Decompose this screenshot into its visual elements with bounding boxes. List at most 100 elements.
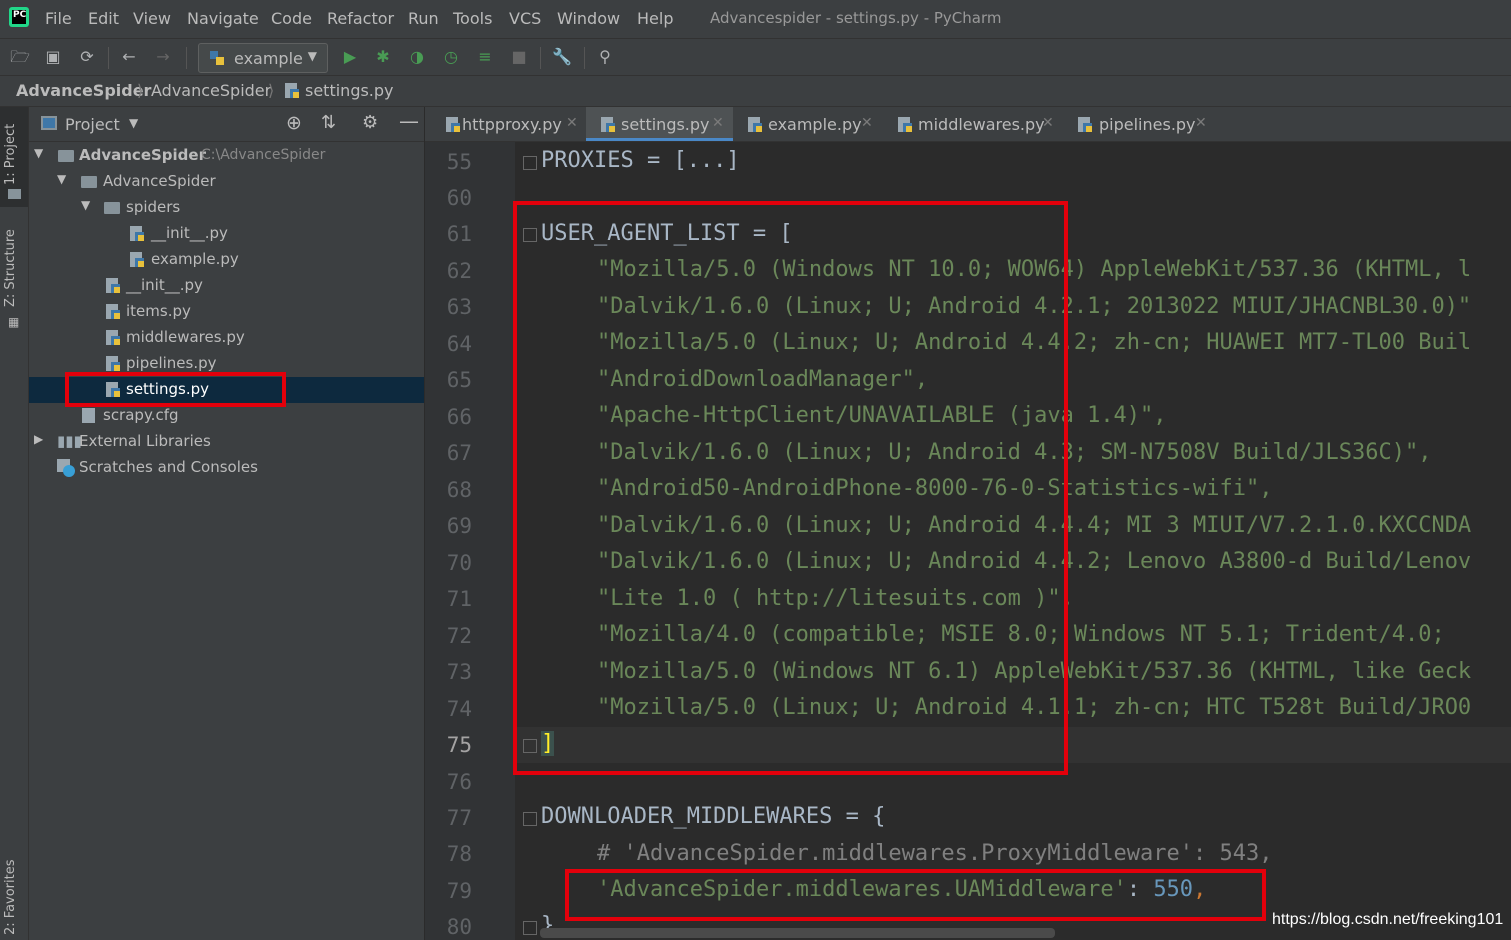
expand-arrow-icon[interactable]: ▼	[57, 172, 66, 186]
stop-icon[interactable]: ■	[509, 47, 529, 67]
minimize-icon[interactable]: —	[399, 109, 419, 133]
back-arrow-icon[interactable]: ←	[119, 47, 139, 67]
breadcrumb-item[interactable]: settings.py	[305, 81, 394, 100]
run-configuration-select[interactable]: example ▼	[198, 43, 328, 73]
python-file-icon	[285, 83, 299, 98]
python-file-icon	[898, 117, 912, 132]
python-file-icon	[446, 117, 460, 132]
tree-item-package[interactable]: ▼ AdvanceSpider	[29, 169, 424, 195]
profile-icon[interactable]: ◷	[441, 47, 461, 67]
forward-arrow-icon[interactable]: →	[153, 47, 173, 67]
tree-item-root[interactable]: ▼ AdvanceSpider C:\AdvanceSpider	[29, 143, 424, 169]
tab-pipelines[interactable]: pipelines.py ✕	[1069, 107, 1219, 141]
breadcrumb: AdvanceSpider ⟩ AdvanceSpider ⟩ settings…	[0, 76, 1511, 107]
menu-view[interactable]: View	[133, 9, 171, 28]
close-icon[interactable]: ✕	[1042, 115, 1054, 131]
tree-item-label: External Libraries	[79, 432, 211, 450]
breadcrumb-item[interactable]: AdvanceSpider	[16, 81, 151, 100]
scratches-icon	[57, 459, 75, 477]
python-icon	[210, 51, 224, 65]
tree-item-file[interactable]: __init__.py	[29, 273, 424, 299]
locate-icon[interactable]: ⊕	[286, 112, 302, 134]
line-number: 55	[446, 150, 472, 174]
chevron-down-icon[interactable]: ▼	[129, 116, 138, 130]
tree-item-label: middlewares.py	[126, 328, 245, 346]
menu-tools[interactable]: Tools	[453, 9, 492, 28]
expand-arrow-icon[interactable]: ▼	[81, 198, 90, 212]
structure-tool-tab[interactable]: Z: Structure	[3, 229, 18, 307]
menu-help[interactable]: Help	[637, 9, 673, 28]
line-number: 61	[446, 222, 472, 246]
line-number: 74	[446, 697, 472, 721]
menu-code[interactable]: Code	[271, 9, 312, 28]
tree-item-file[interactable]: items.py	[29, 299, 424, 325]
chevron-down-icon: ▼	[307, 49, 317, 63]
menu-edit[interactable]: Edit	[88, 9, 119, 28]
breadcrumb-separator-icon: ⟩	[137, 81, 144, 100]
tab-settings[interactable]: settings.py ✕	[586, 107, 733, 141]
tree-item-file[interactable]: pipelines.py	[29, 351, 424, 373]
fold-marker-icon[interactable]	[523, 921, 537, 935]
tree-item-label: __init__.py	[126, 276, 203, 294]
wrench-icon[interactable]: 🔧	[552, 47, 572, 67]
tree-item-spiders[interactable]: ▼ spiders	[29, 195, 424, 221]
menu-navigate[interactable]: Navigate	[187, 9, 259, 28]
python-file-icon	[106, 330, 120, 345]
tree-item-label: __init__.py	[151, 224, 228, 242]
highlight-box	[513, 201, 1068, 775]
sync-icon[interactable]: ⟳	[77, 47, 97, 67]
menu-window[interactable]: Window	[557, 9, 620, 28]
search-icon[interactable]: ⚲	[595, 47, 615, 67]
expand-arrow-icon[interactable]: ▶	[34, 432, 43, 446]
tree-item-file[interactable]: example.py	[29, 247, 424, 273]
tab-middlewares[interactable]: middlewares.py ✕	[889, 107, 1063, 141]
line-number: 62	[446, 259, 472, 283]
run-icon[interactable]: ▶	[340, 47, 360, 67]
tree-item-file[interactable]: __init__.py	[29, 221, 424, 247]
fold-marker-icon[interactable]	[523, 812, 537, 826]
tab-label: httpproxy.py	[462, 115, 562, 134]
concurrency-icon[interactable]: ≡	[475, 47, 495, 67]
expand-arrow-icon[interactable]: ▼	[34, 146, 43, 160]
line-number: 80	[446, 915, 472, 939]
tab-httpproxy[interactable]: httpproxy.py ✕	[431, 107, 583, 141]
tab-example[interactable]: example.py ✕	[737, 107, 885, 141]
tree-item-label: scrapy.cfg	[103, 406, 179, 424]
menu-file[interactable]: File	[45, 9, 72, 28]
menu-vcs[interactable]: VCS	[509, 9, 541, 28]
breadcrumb-separator-icon: ⟩	[268, 81, 275, 100]
tree-item-scratches[interactable]: Scratches and Consoles	[29, 455, 424, 481]
run-coverage-icon[interactable]: ◑	[407, 47, 427, 67]
open-folder-icon[interactable]: 🗁	[10, 47, 30, 67]
line-number: 70	[446, 551, 472, 575]
code-line: # 'AdvanceSpider.middlewares.ProxyMiddle…	[597, 841, 1273, 866]
close-icon[interactable]: ✕	[861, 115, 873, 131]
line-number: 79	[446, 879, 472, 903]
project-view-title[interactable]: Project	[65, 115, 120, 134]
project-tool-tab-label[interactable]: 1: Project	[3, 124, 18, 185]
run-configuration-label: example	[234, 49, 303, 68]
menu-refactor[interactable]: Refactor	[327, 9, 394, 28]
folder-icon	[8, 189, 21, 199]
favorites-tool-tab[interactable]: 2: Favorites	[3, 859, 18, 935]
tree-item-label: example.py	[151, 250, 239, 268]
debug-icon[interactable]: ✱	[373, 47, 393, 67]
line-number: 76	[446, 770, 472, 794]
menu-run[interactable]: Run	[408, 9, 439, 28]
tree-item-label: pipelines.py	[126, 354, 217, 372]
close-icon[interactable]: ✕	[712, 115, 724, 131]
gear-icon[interactable]: ⚙	[362, 112, 378, 133]
horizontal-scrollbar[interactable]	[540, 928, 1055, 938]
close-icon[interactable]: ✕	[1195, 115, 1207, 131]
tree-item-file[interactable]: middlewares.py	[29, 325, 424, 351]
fold-marker-icon[interactable]	[523, 156, 537, 170]
breadcrumb-item[interactable]: AdvanceSpider	[151, 81, 271, 100]
close-icon[interactable]: ✕	[566, 115, 578, 131]
python-file-icon	[601, 117, 615, 132]
project-path: C:\AdvanceSpider	[201, 147, 326, 163]
collapse-all-icon[interactable]: ⇅	[321, 112, 336, 133]
structure-icon: ▦	[8, 315, 20, 329]
tree-item-external-libraries[interactable]: ▶ ▮▮▮ External Libraries	[29, 429, 424, 455]
save-icon[interactable]: ▣	[43, 47, 63, 67]
tree-item-label: spiders	[126, 198, 181, 216]
